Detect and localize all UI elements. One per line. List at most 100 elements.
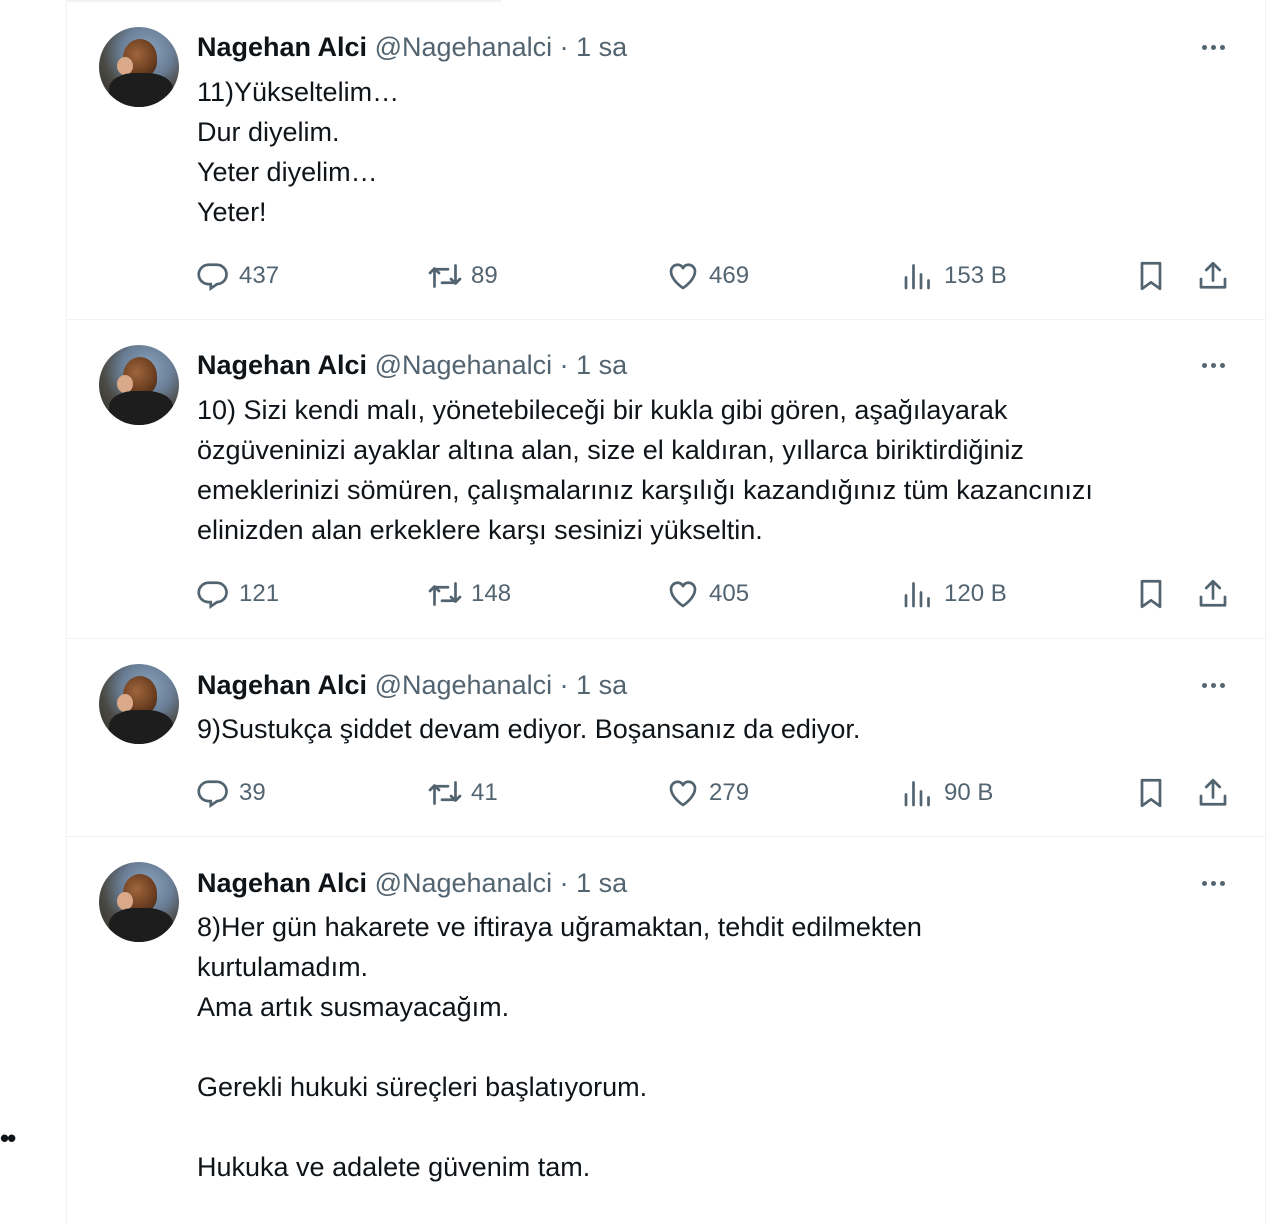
more-icon[interactable] <box>1185 30 1241 64</box>
heart-icon <box>669 780 697 807</box>
views-icon <box>904 582 930 608</box>
tweet-card[interactable]: Nagehan Alci @Nagehanalci · 1 sa 10) Siz… <box>67 320 1265 639</box>
bookmark-button[interactable] <box>1133 773 1177 813</box>
retweet-button[interactable]: 41 <box>427 773 498 813</box>
reply-count: 121 <box>239 580 280 607</box>
separator-dot: · <box>559 350 569 380</box>
author-handle[interactable]: @Nagehanalci <box>375 670 553 700</box>
views-count: 153 B <box>944 262 1007 289</box>
share-button[interactable] <box>1195 574 1239 614</box>
reply-button[interactable]: 437 <box>195 256 279 296</box>
tweet-text-line: Gerekli hukuki süreçleri başlatıyorum. <box>197 1072 648 1102</box>
tweet-text-line: Yeter! <box>197 197 267 227</box>
reply-button[interactable]: 121 <box>195 574 279 614</box>
heart-icon <box>669 581 697 608</box>
retweet-icon <box>428 582 462 606</box>
reply-icon <box>197 581 228 610</box>
like-button[interactable]: 405 <box>665 574 749 614</box>
retweet-count: 41 <box>471 779 498 806</box>
author-handle[interactable]: @Nagehanalci <box>375 32 553 62</box>
tweet-text-line: 11)Yükseltelim… <box>197 77 400 107</box>
tweet-text-line <box>197 1027 1237 1067</box>
author-handle[interactable]: @Nagehanalci <box>375 868 553 898</box>
like-count: 405 <box>709 580 750 607</box>
like-count: 469 <box>709 262 750 289</box>
bookmark-icon <box>1140 778 1162 808</box>
retweet-count: 89 <box>471 262 498 289</box>
views-button[interactable]: 120 B <box>900 574 1007 614</box>
tweet-header: Nagehan Alci @Nagehanalci · 1 sa <box>197 866 627 900</box>
tweet-time[interactable]: 1 sa <box>576 350 627 380</box>
author-handle[interactable]: @Nagehanalci <box>375 350 553 380</box>
tweet-text-line: elinizden alan erkeklere karşı sesinizi … <box>197 515 763 545</box>
author-name[interactable]: Nagehan Alci <box>197 32 367 62</box>
tweet-actions: 437 89 469 153 B <box>195 256 1245 296</box>
like-button[interactable]: 469 <box>665 256 749 296</box>
tweet-text-line: Hukuka ve adalete güvenim tam. <box>197 1152 591 1182</box>
reply-count: 437 <box>239 262 280 289</box>
like-button[interactable]: 279 <box>665 773 749 813</box>
share-icon <box>1199 261 1227 289</box>
views-count: 90 B <box>944 779 994 806</box>
author-name[interactable]: Nagehan Alci <box>197 670 367 700</box>
tweet-card[interactable]: Nagehan Alci @Nagehanalci · 1 sa 8)Her g… <box>67 837 1265 1224</box>
views-button[interactable]: 153 B <box>900 256 1007 296</box>
share-icon <box>1199 579 1227 607</box>
avatar[interactable] <box>99 27 179 107</box>
tweet-text-line <box>197 1107 1237 1147</box>
views-button[interactable]: 90 B <box>900 773 993 813</box>
left-column-more-icon[interactable]: •• <box>0 1125 16 1151</box>
tweet-header: Nagehan Alci @Nagehanalci · 1 sa <box>197 30 627 64</box>
tweet-card[interactable]: Nagehan Alci @Nagehanalci · 1 sa 9)Sustu… <box>67 639 1265 837</box>
retweet-icon <box>428 781 462 805</box>
tweet-text: 10) Sizi kendi malı, yönetebileceği bir … <box>197 390 1237 550</box>
reply-count: 39 <box>239 779 266 806</box>
separator-dot: · <box>559 32 569 62</box>
bookmark-button[interactable] <box>1133 256 1177 296</box>
reply-button[interactable]: 39 <box>195 773 266 813</box>
separator-dot: · <box>559 670 569 700</box>
more-icon[interactable] <box>1185 866 1241 900</box>
tweet-time[interactable]: 1 sa <box>576 868 627 898</box>
like-count: 279 <box>709 779 750 806</box>
avatar[interactable] <box>99 862 179 942</box>
retweet-count: 148 <box>471 580 512 607</box>
views-count: 120 B <box>944 580 1007 607</box>
share-button[interactable] <box>1195 773 1239 813</box>
tweet-text: 11)Yükseltelim… Dur diyelim. Yeter diyel… <box>197 72 1237 232</box>
share-icon <box>1199 778 1227 806</box>
retweet-button[interactable]: 89 <box>427 256 498 296</box>
tweet-card[interactable]: Nagehan Alci @Nagehanalci · 1 sa 11)Yüks… <box>67 0 1265 320</box>
tweet-text-line: 10) Sizi kendi malı, yönetebileceği bir … <box>197 395 1008 425</box>
reply-icon <box>197 780 228 809</box>
tweet-actions: 39 41 279 90 B <box>195 773 1245 813</box>
tweet-actions: 121 148 405 120 B <box>195 574 1245 614</box>
reply-icon <box>197 263 228 292</box>
avatar[interactable] <box>99 664 179 744</box>
retweet-icon <box>428 264 462 288</box>
tweet-timeline: Nagehan Alci @Nagehanalci · 1 sa 11)Yüks… <box>66 0 1266 1224</box>
author-name[interactable]: Nagehan Alci <box>197 868 367 898</box>
tweet-text-line: Ama artık susmayacağım. <box>197 992 510 1022</box>
tweet-text-line: 9)Sustukça şiddet devam ediyor. Boşansan… <box>197 714 861 744</box>
tweet-time[interactable]: 1 sa <box>576 32 627 62</box>
tweet-header: Nagehan Alci @Nagehanalci · 1 sa <box>197 348 627 382</box>
share-button[interactable] <box>1195 256 1239 296</box>
tweet-text: 8)Her gün hakarete ve iftiraya uğramakta… <box>197 907 1237 1187</box>
bookmark-icon <box>1140 579 1162 609</box>
tweet-text-line: özgüveninizi ayaklar altına alan, size e… <box>197 435 1024 465</box>
retweet-button[interactable]: 148 <box>427 574 511 614</box>
tweet-text-line: Yeter diyelim… <box>197 157 378 187</box>
views-icon <box>904 781 930 807</box>
avatar[interactable] <box>99 345 179 425</box>
tweet-header: Nagehan Alci @Nagehanalci · 1 sa <box>197 668 627 702</box>
tweet-time[interactable]: 1 sa <box>576 670 627 700</box>
bookmark-icon <box>1140 261 1162 291</box>
bookmark-button[interactable] <box>1133 574 1177 614</box>
tweet-text-line: Dur diyelim. <box>197 117 340 147</box>
heart-icon <box>669 263 697 290</box>
more-icon[interactable] <box>1185 348 1241 382</box>
tweet-text-line: emeklerinizi sömüren, çalışmalarınız kar… <box>197 475 1093 505</box>
author-name[interactable]: Nagehan Alci <box>197 350 367 380</box>
more-icon[interactable] <box>1185 668 1241 702</box>
